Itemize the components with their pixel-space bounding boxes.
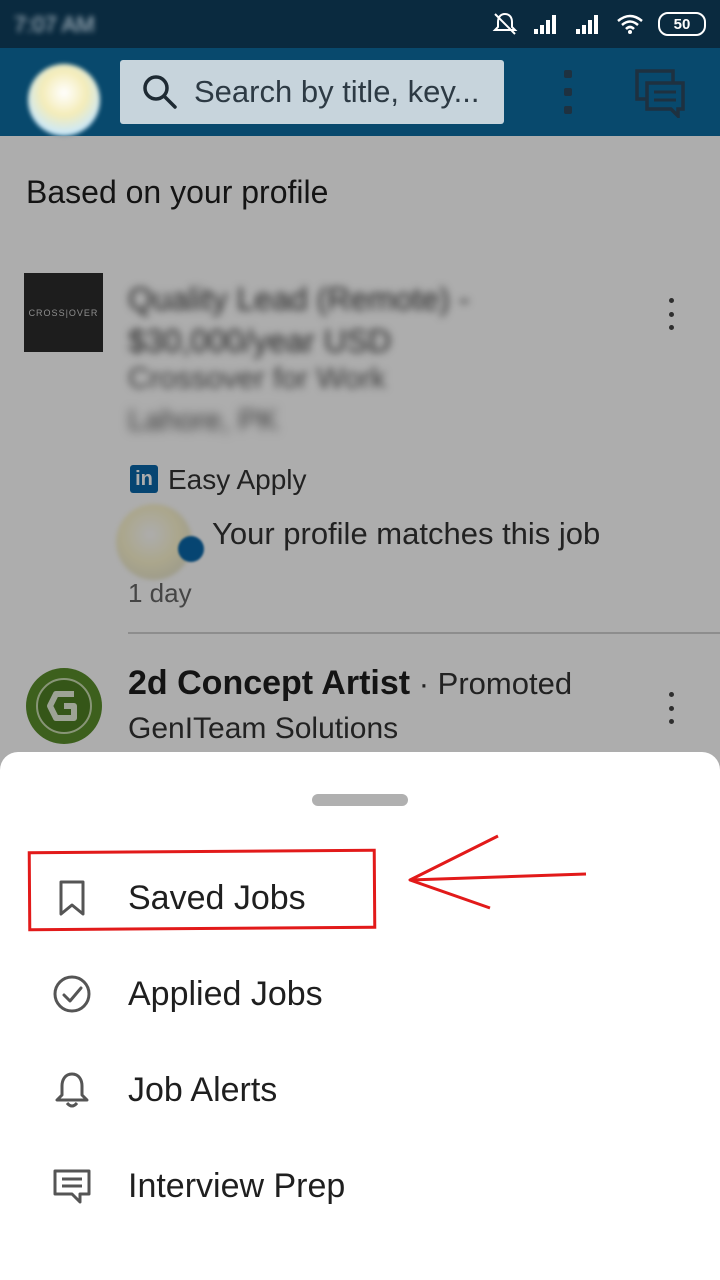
annotation-highlight-box <box>27 848 377 932</box>
status-icons: 50 <box>492 10 706 38</box>
drag-handle[interactable] <box>312 794 408 806</box>
chat-bubble-icon <box>53 1169 91 1204</box>
bell-icon <box>55 1072 89 1108</box>
battery-icon: 50 <box>658 12 706 36</box>
menu-label: Job Alerts <box>128 1070 278 1109</box>
menu-item-job-alerts[interactable]: Job Alerts <box>0 1042 720 1138</box>
status-time: 7:07 AM <box>14 12 95 37</box>
search-input[interactable]: Search by title, key... <box>194 74 479 110</box>
search-bar[interactable]: Search by title, key... <box>120 60 504 124</box>
annotation-arrow-icon <box>408 834 587 910</box>
wifi-icon <box>617 14 643 34</box>
mute-icon <box>492 12 518 35</box>
check-circle-icon <box>53 975 91 1013</box>
search-icon <box>143 75 177 109</box>
avatar[interactable] <box>28 64 100 136</box>
menu-label: Interview Prep <box>128 1166 346 1205</box>
messaging-icon[interactable] <box>634 68 686 118</box>
signal-icon <box>534 15 556 34</box>
menu-label: Applied Jobs <box>128 974 323 1013</box>
signal-icon <box>576 15 598 34</box>
menu-item-interview-prep[interactable]: Interview Prep <box>0 1138 720 1234</box>
more-vertical-icon[interactable] <box>556 70 580 114</box>
menu-item-applied-jobs[interactable]: Applied Jobs <box>0 946 720 1042</box>
status-bar: 7:07 AM 50 <box>0 0 720 48</box>
